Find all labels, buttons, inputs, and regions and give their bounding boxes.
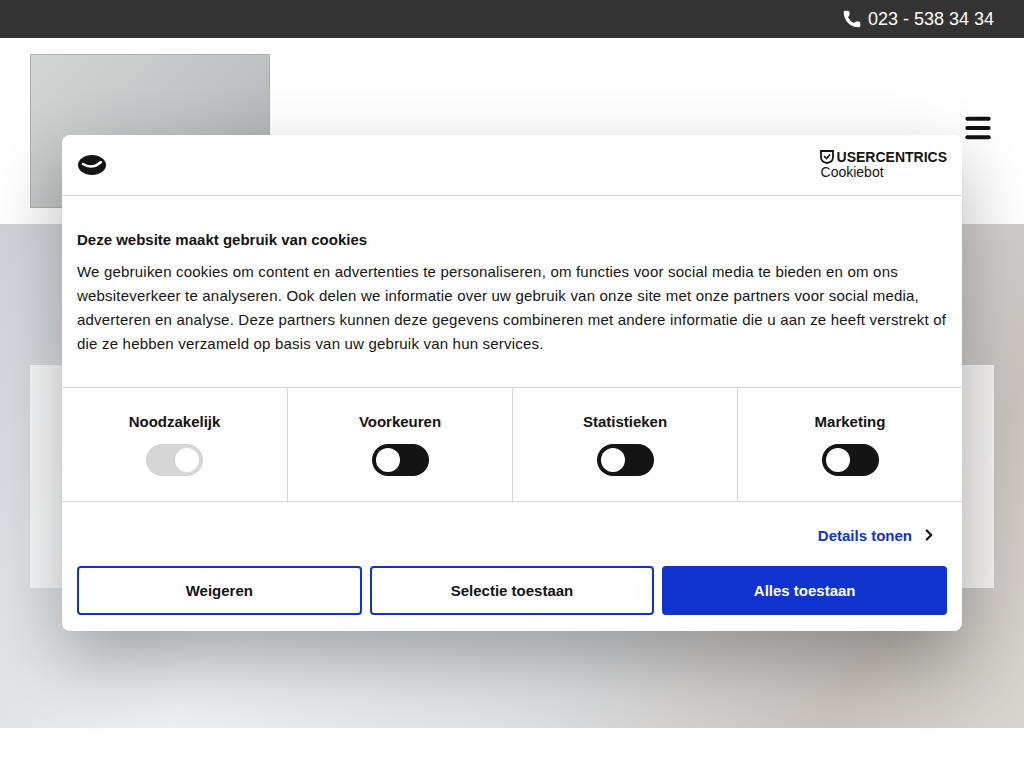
brand-name: USERCENTRICS [837, 150, 947, 165]
hamburger-icon [962, 112, 994, 144]
details-row: Details tonen [62, 502, 962, 566]
dialog-title: Deze website maakt gebruik van cookies [77, 228, 947, 252]
cookie-dialog: USERCENTRICSCookiebot Deze website maakt … [62, 135, 962, 631]
cookiebot-logo-icon [77, 154, 107, 176]
category: Statistieken [512, 388, 737, 501]
category: Voorkeuren [287, 388, 512, 501]
consent-button[interactable]: Selectie toestaan [370, 566, 655, 615]
category-label: Marketing [815, 413, 886, 430]
category-label: Statistieken [583, 413, 667, 430]
category: Marketing [737, 388, 962, 501]
button-row: WeigerenSelectie toestaanAlles toestaan [62, 566, 962, 631]
category-row: Noodzakelijk Voorkeuren Statistieken Market… [62, 387, 962, 502]
phone-icon [842, 9, 862, 29]
consent-button[interactable]: Weigeren [77, 566, 362, 615]
category-label: Noodzakelijk [129, 413, 221, 430]
category-toggle [146, 444, 203, 476]
top-bar: 023 - 538 34 34 [0, 0, 1024, 38]
menu-button[interactable] [962, 112, 994, 144]
page: 023 - 538 34 34 USERCENTRICSCookiebot Deze… [0, 0, 1024, 768]
brand-product: Cookiebot [820, 165, 947, 180]
consent-button[interactable]: Alles toestaan [662, 566, 947, 615]
dialog-text: We gebruiken cookies om content en adver… [77, 260, 947, 356]
chevron-right-icon [920, 526, 938, 544]
dialog-body: Deze website maakt gebruik van cookies We… [62, 196, 962, 387]
category: Noodzakelijk [62, 388, 287, 501]
dialog-header: USERCENTRICSCookiebot [62, 135, 962, 196]
shield-icon [820, 150, 834, 164]
brand-logo: USERCENTRICSCookiebot [820, 150, 947, 181]
category-toggle[interactable] [597, 444, 654, 476]
phone-number[interactable]: 023 - 538 34 34 [868, 9, 994, 30]
category-label: Voorkeuren [359, 413, 441, 430]
category-toggle[interactable] [372, 444, 429, 476]
details-link[interactable]: Details tonen [818, 526, 938, 544]
category-toggle[interactable] [822, 444, 879, 476]
